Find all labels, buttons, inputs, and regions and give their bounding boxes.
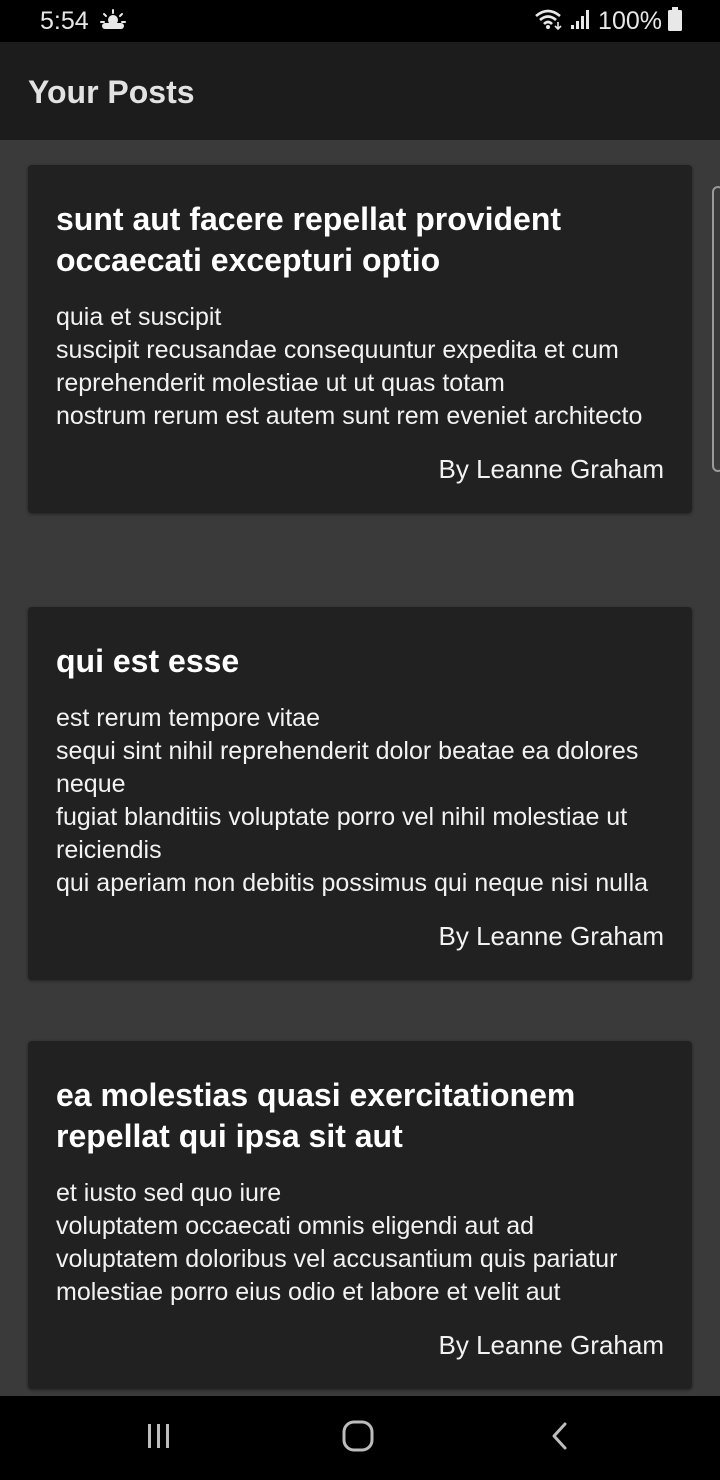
recents-button[interactable] [136,1416,180,1460]
app-bar: Your Posts [0,42,720,140]
status-bar: 5:54 100% [0,0,720,42]
posts-list[interactable]: sunt aut facere repellat provident occae… [0,140,720,1396]
post-card[interactable]: qui est esse est rerum tempore vitae seq… [28,607,692,980]
post-title: sunt aut facere repellat provident occae… [56,201,562,278]
post-author: By Leanne Graham [438,921,664,951]
status-right: 100% [534,6,682,36]
post-card[interactable]: sunt aut facere repellat provident occae… [28,165,692,513]
screen: 5:54 100% Your Posts sunt aut facere rep… [0,0,720,1480]
sun-cloud-icon [100,8,126,32]
post-title: ea molestias quasi exercitationem repell… [56,1077,576,1154]
recents-icon [143,1421,173,1456]
home-icon [341,1419,375,1458]
back-button[interactable] [538,1416,582,1460]
post-body: quia et suscipit suscipit recusandae con… [56,303,643,430]
post-author: By Leanne Graham [438,1330,664,1360]
status-time: 5:54 [40,7,89,35]
post-body: est rerum tempore vitae sequi sint nihil… [56,704,649,897]
post-title: qui est esse [56,643,240,679]
wifi-icon [534,7,564,36]
scrollbar[interactable] [712,186,720,472]
navigation-bar [0,1396,720,1480]
post-card[interactable]: ea molestias quasi exercitationem repell… [28,1041,692,1389]
post-author: By Leanne Graham [438,454,664,484]
back-icon [545,1421,575,1456]
signal-icon [570,8,592,35]
post-body: et iusto sed quo iure voluptatem occaeca… [56,1179,618,1306]
home-button[interactable] [336,1416,380,1460]
page-title: Your Posts [28,74,195,110]
battery-icon [668,6,682,36]
battery-percent: 100% [598,7,662,35]
